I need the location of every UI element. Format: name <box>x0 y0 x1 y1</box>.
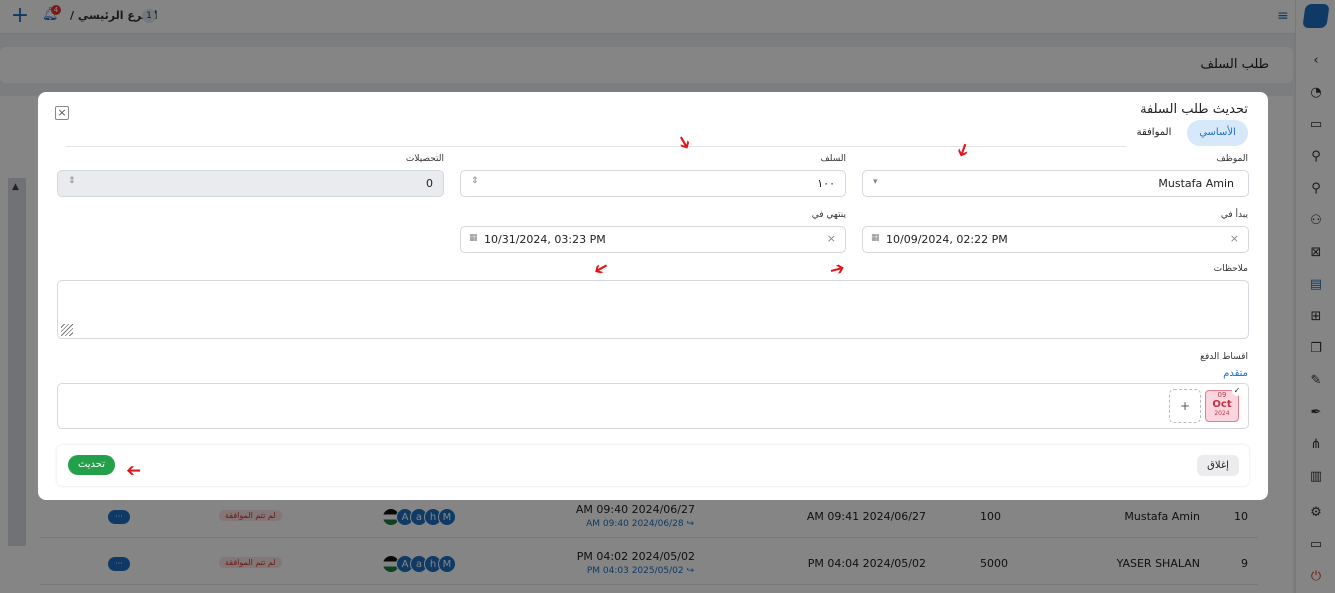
collections-label: التحصيلات <box>405 154 444 164</box>
calendar-icon: ▦ <box>871 233 880 243</box>
close-button[interactable]: إغلاق <box>1197 455 1239 476</box>
notes-textarea[interactable] <box>57 280 1249 339</box>
tab-basic[interactable]: الأساسي <box>1187 120 1248 146</box>
chip-year: 2024 <box>1214 410 1230 417</box>
clear-icon[interactable]: × <box>827 232 836 245</box>
update-button[interactable]: تحديث <box>68 455 115 475</box>
installment-date-chip[interactable]: 09 Oct 2024 ✓ <box>1205 386 1242 422</box>
starts-at-label: يبدأ في <box>1220 210 1248 220</box>
ends-at-picker[interactable]: ▦ 10/31/2024, 03:23 PM × <box>460 226 846 253</box>
chip-month: Oct <box>1212 399 1232 410</box>
collections-input[interactable]: 0 ⇕ <box>57 170 444 197</box>
installments-label: اقساط الدفع <box>1200 352 1248 362</box>
modal-footer: إغلاق تحديث <box>57 445 1249 486</box>
modal-title: تحديث طلب السلفة <box>1140 102 1248 117</box>
collections-value: 0 <box>426 177 433 190</box>
clear-icon[interactable]: × <box>1230 232 1239 245</box>
employee-select[interactable]: Mustafa Amin ▾ <box>862 170 1249 197</box>
check-icon: ✓ <box>1232 386 1242 396</box>
installments-box: 09 Oct 2024 ✓ + <box>57 383 1249 429</box>
advanced-link[interactable]: متقدم <box>1223 368 1248 379</box>
starts-at-picker[interactable]: ▦ 10/09/2024, 02:22 PM × <box>862 226 1249 253</box>
annotation-arrow-icon: ➔ <box>126 460 142 481</box>
stepper-icon[interactable]: ⇕ <box>471 176 479 186</box>
calendar-icon: ▦ <box>469 233 478 243</box>
advance-label: السلف <box>820 154 846 164</box>
advance-input[interactable]: ١٠٠ ⇕ <box>460 170 846 197</box>
tab-approval[interactable]: الموافقة <box>1128 120 1180 146</box>
starts-at-value: 10/09/2024, 02:22 PM <box>886 233 1008 246</box>
add-installment-button[interactable]: + <box>1169 389 1201 423</box>
close-icon[interactable]: × <box>55 106 69 120</box>
employee-label: الموظف <box>1216 154 1248 164</box>
stepper-icon[interactable]: ⇕ <box>68 176 76 186</box>
notes-label: ملاحظات <box>1213 264 1248 274</box>
chevron-down-icon: ▾ <box>873 177 878 187</box>
ends-at-value: 10/31/2024, 03:23 PM <box>484 233 606 246</box>
employee-value: Mustafa Amin <box>1158 177 1234 190</box>
ends-at-label: ينتهي في <box>811 210 846 220</box>
advance-value: ١٠٠ <box>817 177 835 190</box>
update-advance-modal: تحديث طلب السلفة × الأساسي الموافقة المو… <box>38 92 1268 500</box>
resize-handle-icon[interactable] <box>61 324 73 336</box>
